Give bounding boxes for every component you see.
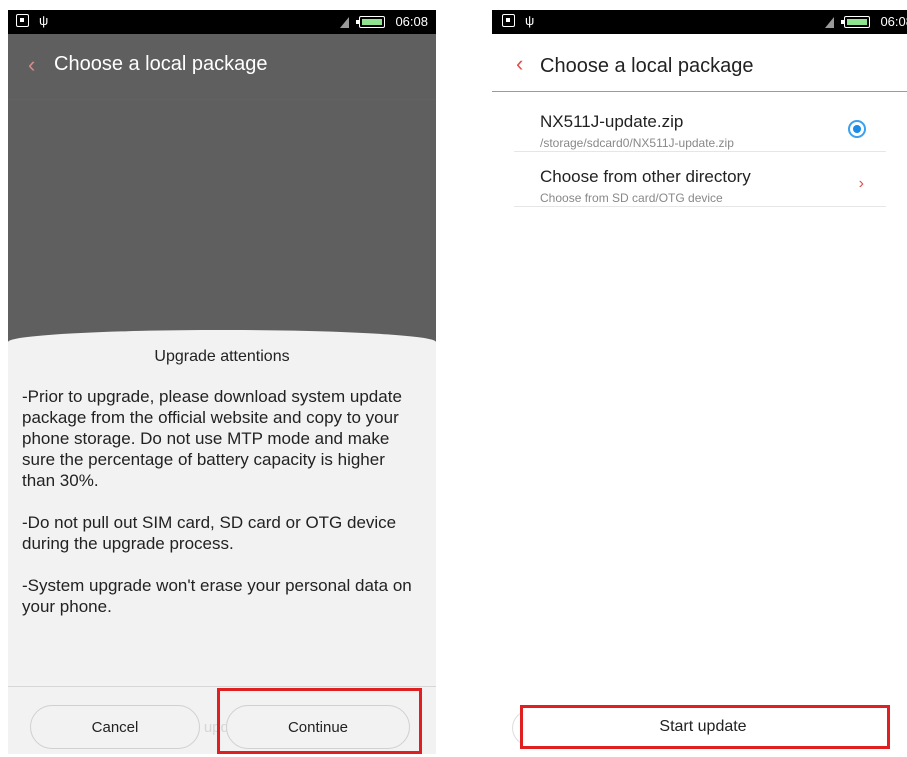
app-header: ‹ Choose a local package bbox=[8, 34, 436, 100]
sim-icon bbox=[502, 14, 515, 27]
dialog-title: Upgrade attentions bbox=[154, 348, 290, 365]
radio-selected-icon[interactable] bbox=[848, 120, 866, 138]
highlight-box-continue bbox=[217, 688, 422, 754]
list-item-update-package[interactable]: NX511J-update.zip /storage/sdcard0/NX511… bbox=[514, 98, 886, 152]
sim-icon bbox=[16, 14, 29, 27]
other-directory-subtitle: Choose from SD card/OTG device bbox=[540, 191, 723, 205]
signal-icon bbox=[339, 16, 350, 28]
battery-icon bbox=[356, 15, 386, 28]
page-title: Choose a local package bbox=[540, 55, 754, 77]
package-name: NX511J-update.zip bbox=[540, 112, 684, 131]
other-directory-title: Choose from other directory bbox=[540, 167, 751, 186]
status-time: 06:08 bbox=[395, 14, 428, 29]
dialog-body: -Prior to upgrade, please download syste… bbox=[22, 386, 418, 638]
list-item-other-directory[interactable]: Choose from other directory Choose from … bbox=[514, 153, 886, 207]
package-path: /storage/sdcard0/NX511J-update.zip bbox=[540, 136, 734, 150]
back-arrow-icon[interactable]: ‹ bbox=[28, 52, 35, 78]
left-phone-screen: ψ 06:08 ‹ Choose a local package Upgrade… bbox=[8, 10, 436, 754]
divider bbox=[8, 686, 436, 687]
usb-icon: ψ bbox=[39, 13, 49, 28]
cancel-button[interactable]: Cancel bbox=[30, 705, 200, 749]
page: ψ 06:08 ‹ Choose a local package Upgrade… bbox=[0, 0, 907, 757]
page-title: Choose a local package bbox=[54, 53, 268, 75]
status-bar: ψ 06:08 bbox=[492, 10, 907, 34]
dialog-paragraph: -Prior to upgrade, please download syste… bbox=[22, 387, 402, 490]
battery-icon bbox=[841, 15, 871, 28]
signal-icon bbox=[824, 16, 835, 28]
status-bar: ψ 06:08 bbox=[8, 10, 436, 34]
dialog-paragraph: -Do not pull out SIM card, SD card or OT… bbox=[22, 513, 397, 553]
chevron-right-icon: › bbox=[858, 175, 864, 192]
back-arrow-icon[interactable]: ‹ bbox=[516, 51, 523, 77]
usb-icon: ψ bbox=[525, 13, 535, 28]
right-phone-screen: ψ 06:08 ‹ Choose a local package NX511J-… bbox=[492, 10, 907, 757]
app-header: ‹ Choose a local package bbox=[492, 34, 907, 92]
status-time: 06:08 bbox=[880, 14, 907, 29]
highlight-box-start-update bbox=[520, 705, 890, 749]
dialog-paragraph: -System upgrade won't erase your persona… bbox=[22, 576, 412, 616]
